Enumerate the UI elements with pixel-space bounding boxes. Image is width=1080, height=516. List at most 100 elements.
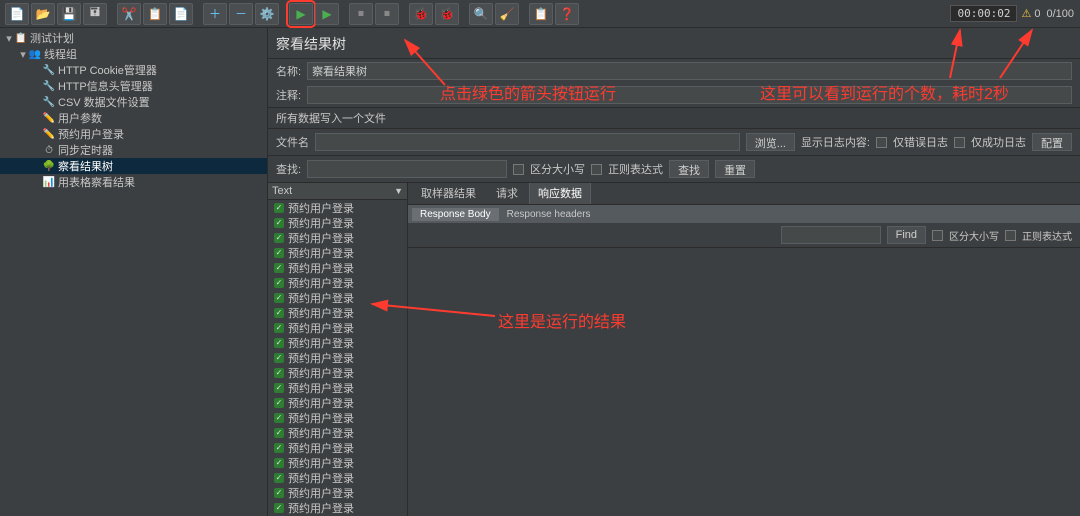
comment-input[interactable] [307,86,1072,104]
result-item-label: 预约用户登录 [288,335,354,351]
toolbar-button-22[interactable]: 🔍 [469,3,493,25]
result-item[interactable]: 预约用户登录 [268,470,407,485]
stop-icon: ⏹ [358,6,364,21]
result-item[interactable]: 预约用户登录 [268,410,407,425]
tree-node[interactable]: 🔧CSV 数据文件设置 [0,94,267,110]
tree-item-icon: ✏️ [42,127,56,141]
success-only-checkbox[interactable] [954,137,965,148]
tree-item-label: HTTP信息头管理器 [58,78,153,94]
result-item[interactable]: 预约用户登录 [268,380,407,395]
toolbar-button-0[interactable]: 📄 [5,3,29,25]
result-item[interactable]: 预约用户登录 [268,440,407,455]
toolbar-button-14[interactable]: ▶ [315,3,339,25]
result-item[interactable]: 预约用户登录 [268,500,407,515]
toolbar-button-2[interactable]: 💾 [57,3,81,25]
browse-button[interactable]: 浏览... [746,133,795,151]
result-item[interactable]: 预约用户登录 [268,215,407,230]
tree-item-label: 测试计划 [30,30,74,46]
panel-title: 察看结果树 [268,28,1080,59]
result-item[interactable]: 预约用户登录 [268,455,407,470]
result-item-label: 预约用户登录 [288,275,354,291]
search-case-checkbox[interactable] [513,164,524,175]
toolbar-button-9[interactable]: ＋ [203,3,227,25]
success-only-label: 仅成功日志 [971,134,1026,150]
result-item[interactable]: 预约用户登录 [268,485,407,500]
result-item[interactable]: 预约用户登录 [268,230,407,245]
error-only-label: 仅错误日志 [893,134,948,150]
toolbar-button-17[interactable]: ⏹ [375,3,399,25]
tree-node[interactable]: 🔧HTTP Cookie管理器 [0,62,267,78]
toolbar-button-5[interactable]: ✂️ [117,3,141,25]
tree-node[interactable]: ✏️预约用户登录 [0,126,267,142]
success-icon [274,473,284,483]
toolbar-button-16[interactable]: ⏹ [349,3,373,25]
result-item[interactable]: 预约用户登录 [268,350,407,365]
toolbar-button-10[interactable]: － [229,3,253,25]
result-item-label: 预约用户登录 [288,380,354,396]
result-item[interactable]: 预约用户登录 [268,200,407,215]
response-case-checkbox[interactable] [932,230,943,241]
status-timer: 00:00:02 [950,5,1017,22]
result-item[interactable]: 预约用户登录 [268,335,407,350]
toolbar-button-19[interactable]: 🐞 [409,3,433,25]
result-item[interactable]: 预约用户登录 [268,260,407,275]
toolbar-button-13[interactable]: ▶ [289,3,313,25]
toolbar-button-20[interactable]: 🐞 [435,3,459,25]
tree-item-label: 用户参数 [58,110,102,126]
results-list-head: Text [272,185,292,197]
reset-button[interactable]: 重置 [715,160,755,178]
tree-node[interactable]: 📊用表格察看结果 [0,174,267,190]
toolbar-button-3[interactable]: 🖬 [83,3,107,25]
search-regex-checkbox[interactable] [591,164,602,175]
name-input[interactable] [307,62,1072,80]
result-item-label: 预约用户登录 [288,425,354,441]
search-button[interactable]: 查找 [669,160,709,178]
result-item[interactable]: 预约用户登录 [268,320,407,335]
success-icon [274,443,284,453]
plus-icon: ＋ [209,5,221,22]
result-item-label: 预约用户登录 [288,485,354,501]
response-find-input[interactable] [781,226,881,244]
result-tab[interactable]: 取样器结果 [412,183,485,204]
tree-item-label: 察看结果树 [58,158,113,174]
result-item-label: 预约用户登录 [288,350,354,366]
response-regex-checkbox[interactable] [1005,230,1016,241]
dropdown-icon[interactable]: ▼ [394,186,403,196]
tree-node[interactable]: ▾📋测试计划 [0,30,267,46]
response-subtab[interactable]: Response headers [499,208,599,221]
response-find-button[interactable]: Find [887,226,926,244]
toolbar-button-11[interactable]: ⚙️ [255,3,279,25]
result-item[interactable]: 预约用户登录 [268,275,407,290]
toolbar-button-7[interactable]: 📄 [169,3,193,25]
error-only-checkbox[interactable] [876,137,887,148]
tree-item-icon: ⏱ [42,143,56,157]
success-icon [274,503,284,513]
search-input[interactable] [307,160,507,178]
result-item[interactable]: 预约用户登录 [268,425,407,440]
result-item[interactable]: 预约用户登录 [268,245,407,260]
result-tab[interactable]: 响应数据 [529,183,591,204]
toolbar-button-6[interactable]: 📋 [143,3,167,25]
tree-node[interactable]: ▾👥线程组 [0,46,267,62]
result-tab[interactable]: 请求 [487,183,527,204]
tree-node[interactable]: ✏️用户参数 [0,110,267,126]
tree-node[interactable]: ⏱同步定时器 [0,142,267,158]
tree-node[interactable]: 🔧HTTP信息头管理器 [0,78,267,94]
result-item[interactable]: 预约用户登录 [268,290,407,305]
result-item[interactable]: 预约用户登录 [268,365,407,380]
result-item[interactable]: 预约用户登录 [268,305,407,320]
response-subtab[interactable]: Response Body [412,208,499,221]
warn-icon: ⚠ [1021,7,1031,20]
toolbar-button-26[interactable]: ❓ [555,3,579,25]
tree-item-label: 预约用户登录 [58,126,124,142]
toolbar-button-23[interactable]: 🧹 [495,3,519,25]
tree-item-icon: 🔧 [42,95,56,109]
toolbar-button-1[interactable]: 📂 [31,3,55,25]
config-button[interactable]: 配置 [1032,133,1072,151]
toolbar-button-25[interactable]: 📋 [529,3,553,25]
tree-node[interactable]: 🌳察看结果树 [0,158,267,174]
name-label: 名称: [276,63,301,79]
result-item[interactable]: 预约用户登录 [268,395,407,410]
result-item-label: 预约用户登录 [288,290,354,306]
file-input[interactable] [315,133,740,151]
